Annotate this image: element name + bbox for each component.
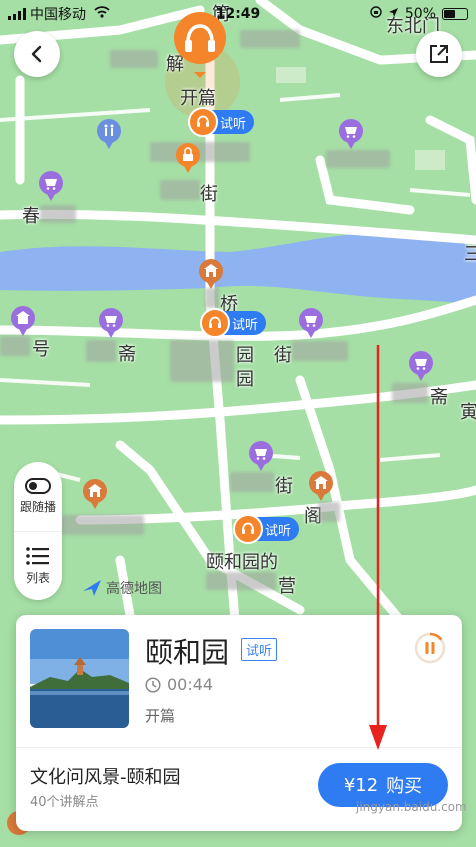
- status-bar: 中国移动 12:49 50%: [0, 0, 476, 28]
- listen-tag-label: 试听: [220, 116, 247, 132]
- map-label: 寅: [460, 402, 476, 423]
- chevron-left-icon: [31, 45, 42, 63]
- list-icon: [26, 546, 49, 565]
- audio-guide-card[interactable]: 颐和园 试听 00:44 开篇 文化问风景-颐和园 40个讲解点 ¥12 购买: [16, 615, 462, 831]
- carrier-name: 中国移动: [30, 7, 86, 23]
- shop-pin-icon[interactable]: [248, 440, 274, 472]
- shop-pin-icon[interactable]: [338, 118, 364, 150]
- gate-pin-icon[interactable]: [82, 478, 108, 510]
- map-label: 春: [22, 206, 40, 227]
- duration-text: 00:44: [167, 675, 214, 694]
- map-label: 街: [200, 184, 218, 205]
- map-label: 园: [236, 345, 254, 366]
- blurred-label: [205, 288, 219, 308]
- shop-pin-icon[interactable]: [408, 350, 434, 382]
- blurred-label: [170, 340, 234, 382]
- follow-play-button[interactable]: 跟随播: [14, 462, 62, 531]
- blurred-label: [206, 572, 276, 590]
- list-label: 列表: [25, 570, 50, 585]
- blurred-label: [230, 472, 274, 492]
- blurred-label: [160, 180, 200, 200]
- headphone-icon: [188, 107, 218, 137]
- map-label: 园: [236, 369, 254, 390]
- amap-logo-text: 高德地图: [106, 581, 162, 597]
- restroom-pin-icon[interactable]: [96, 118, 122, 150]
- listen-tag-3[interactable]: 试听: [233, 514, 300, 544]
- shop-pin-icon[interactable]: [38, 170, 64, 202]
- clock: 12:49: [215, 6, 261, 22]
- blurred-label: [0, 336, 30, 356]
- wifi-icon: [94, 6, 110, 22]
- tour-name: 文化问风景-颐和园: [30, 767, 181, 788]
- listen-tag-2[interactable]: 试听: [200, 308, 267, 338]
- playback-progress-arc: [429, 632, 443, 641]
- lock-pin-icon[interactable]: [175, 142, 201, 174]
- shop-pin-icon[interactable]: [298, 307, 324, 339]
- scenic-title: 颐和园: [145, 636, 230, 669]
- blurred-label: [292, 341, 348, 361]
- battery-percent: 50%: [404, 6, 436, 22]
- gate-pin-icon[interactable]: [308, 470, 334, 502]
- blurred-label: [40, 205, 76, 223]
- map-label: 三: [464, 244, 476, 265]
- map-label: 营: [278, 576, 296, 597]
- map-label: 号: [32, 339, 50, 360]
- share-icon: [430, 45, 448, 63]
- blurred-label: [60, 515, 144, 535]
- headphone-icon: [200, 308, 230, 338]
- clock-icon: [145, 676, 161, 693]
- gate-pin-icon[interactable]: [198, 258, 224, 290]
- map-label: 斋: [430, 387, 448, 408]
- blurred-label: [110, 50, 158, 68]
- side-panel: 跟随播 列表: [14, 462, 62, 600]
- points-count: 40个讲解点: [30, 795, 99, 810]
- duration: 00:44: [145, 675, 213, 694]
- share-button[interactable]: [416, 31, 462, 77]
- blurred-label: [86, 340, 116, 362]
- amap-logo: 高德地图: [82, 578, 162, 598]
- pin-main-label: 开篇: [180, 88, 216, 109]
- rotation-lock-icon: [370, 6, 382, 22]
- card-divider: [16, 747, 462, 748]
- chapter-title: 开篇: [145, 707, 176, 725]
- map-label: 街: [274, 345, 292, 366]
- shop-pin-icon[interactable]: [98, 307, 124, 339]
- price: ¥12: [343, 774, 379, 796]
- amap-logo-icon: [83, 580, 101, 596]
- scenic-thumbnail: [30, 629, 129, 728]
- listen-tag-label: 试听: [232, 317, 259, 333]
- watermark: jingyan.baidu.com: [356, 800, 467, 814]
- battery-fill: [444, 10, 455, 18]
- map-label: 街: [275, 476, 293, 497]
- list-button[interactable]: 列表: [14, 531, 62, 600]
- trial-badge: 试听: [241, 638, 278, 661]
- gate-purple-pin-icon[interactable]: [10, 305, 36, 337]
- back-button[interactable]: [14, 31, 60, 77]
- listen-tag-1[interactable]: 试听: [188, 107, 255, 137]
- pause-button[interactable]: [414, 632, 446, 664]
- map-label: 颐和园的: [206, 552, 278, 573]
- follow-play-label: 跟随播: [19, 500, 56, 514]
- blurred-label: [240, 30, 300, 48]
- red-annotation-arrow: [369, 345, 387, 750]
- listen-tag-label: 试听: [265, 523, 292, 539]
- signal-icon: [8, 8, 26, 20]
- map-label: 斋: [118, 344, 136, 365]
- blurred-label: [392, 383, 428, 403]
- battery-icon: [442, 8, 468, 20]
- blurred-label: [326, 150, 390, 168]
- blurred-label: [318, 502, 340, 522]
- location-arrow-icon: [388, 6, 399, 22]
- headphone-icon: [233, 514, 263, 544]
- buy-label: 购买: [386, 776, 423, 797]
- toggle-icon: [25, 478, 51, 494]
